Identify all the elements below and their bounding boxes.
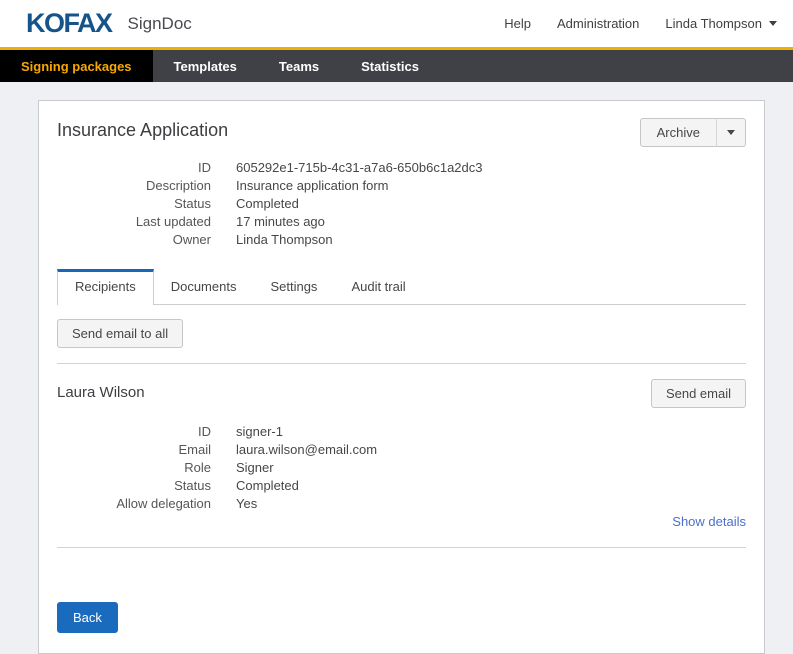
package-id-value: 605292e1-715b-4c31-a7a6-650b6c1a2dc3	[236, 160, 746, 175]
tab-recipients[interactable]: Recipients	[57, 269, 154, 305]
detail-label: Email	[57, 442, 211, 457]
archive-dropdown-button[interactable]	[716, 118, 746, 147]
page-title: Insurance Application	[57, 118, 228, 141]
tab-audit-trail[interactable]: Audit trail	[334, 270, 422, 304]
recipient-details: ID signer-1 Email laura.wilson@email.com…	[57, 424, 746, 511]
package-description-value: Insurance application form	[236, 178, 746, 193]
app-name: SignDoc	[128, 14, 192, 34]
detail-label: Status	[57, 196, 211, 211]
show-details-link[interactable]: Show details	[672, 514, 746, 529]
logo-group: KOFAX SignDoc	[26, 8, 192, 39]
show-details-row: Show details	[57, 513, 746, 531]
app-header: KOFAX SignDoc Help Administration Linda …	[0, 0, 793, 47]
package-last-updated-value: 17 minutes ago	[236, 214, 746, 229]
tab-documents[interactable]: Documents	[154, 270, 254, 304]
archive-button[interactable]: Archive	[640, 118, 717, 147]
detail-label: Description	[57, 178, 211, 193]
administration-link[interactable]: Administration	[557, 16, 639, 31]
tab-settings[interactable]: Settings	[253, 270, 334, 304]
nav-item-teams[interactable]: Teams	[258, 50, 340, 82]
package-tabs: Recipients Documents Settings Audit trai…	[57, 269, 746, 305]
main-nav: Signing packages Templates Teams Statist…	[0, 50, 793, 82]
detail-label: Status	[57, 478, 211, 493]
nav-item-signing-packages[interactable]: Signing packages	[0, 50, 153, 82]
detail-label: ID	[57, 424, 211, 439]
package-header: Insurance Application Archive	[57, 118, 746, 147]
chevron-down-icon	[769, 21, 777, 26]
recipient-role-value: Signer	[236, 460, 746, 475]
recipient-allow-delegation-value: Yes	[236, 496, 746, 511]
main-content: Insurance Application Archive ID 605292e…	[0, 100, 793, 654]
detail-label: Owner	[57, 232, 211, 247]
detail-label: Allow delegation	[57, 496, 211, 511]
recipients-tab-panel: Send email to all Laura Wilson Send emai…	[57, 305, 746, 548]
package-details: ID 605292e1-715b-4c31-a7a6-650b6c1a2dc3 …	[57, 160, 746, 247]
detail-label: ID	[57, 160, 211, 175]
recipient-email-value: laura.wilson@email.com	[236, 442, 746, 457]
recipient-header: Laura Wilson Send email	[57, 364, 746, 408]
header-links: Help Administration Linda Thompson	[504, 16, 777, 31]
user-name: Linda Thompson	[665, 16, 762, 31]
send-email-to-all-button[interactable]: Send email to all	[57, 319, 183, 348]
send-email-button[interactable]: Send email	[651, 379, 746, 408]
user-menu[interactable]: Linda Thompson	[665, 16, 777, 31]
recipient-id-value: signer-1	[236, 424, 746, 439]
package-owner-value: Linda Thompson	[236, 232, 746, 247]
chevron-down-icon	[727, 130, 735, 135]
nav-item-statistics[interactable]: Statistics	[340, 50, 440, 82]
recipient-section: Laura Wilson Send email ID signer-1 Emai…	[57, 364, 746, 531]
nav-item-templates[interactable]: Templates	[153, 50, 258, 82]
recipient-status-value: Completed	[236, 478, 746, 493]
package-card: Insurance Application Archive ID 605292e…	[38, 100, 765, 654]
section-divider	[57, 547, 746, 548]
archive-split-button: Archive	[640, 118, 746, 147]
recipient-name: Laura Wilson	[57, 379, 145, 401]
detail-label: Role	[57, 460, 211, 475]
kofax-logo[interactable]: KOFAX	[26, 8, 112, 39]
detail-label: Last updated	[57, 214, 211, 229]
help-link[interactable]: Help	[504, 16, 531, 31]
package-status-value: Completed	[236, 196, 746, 211]
